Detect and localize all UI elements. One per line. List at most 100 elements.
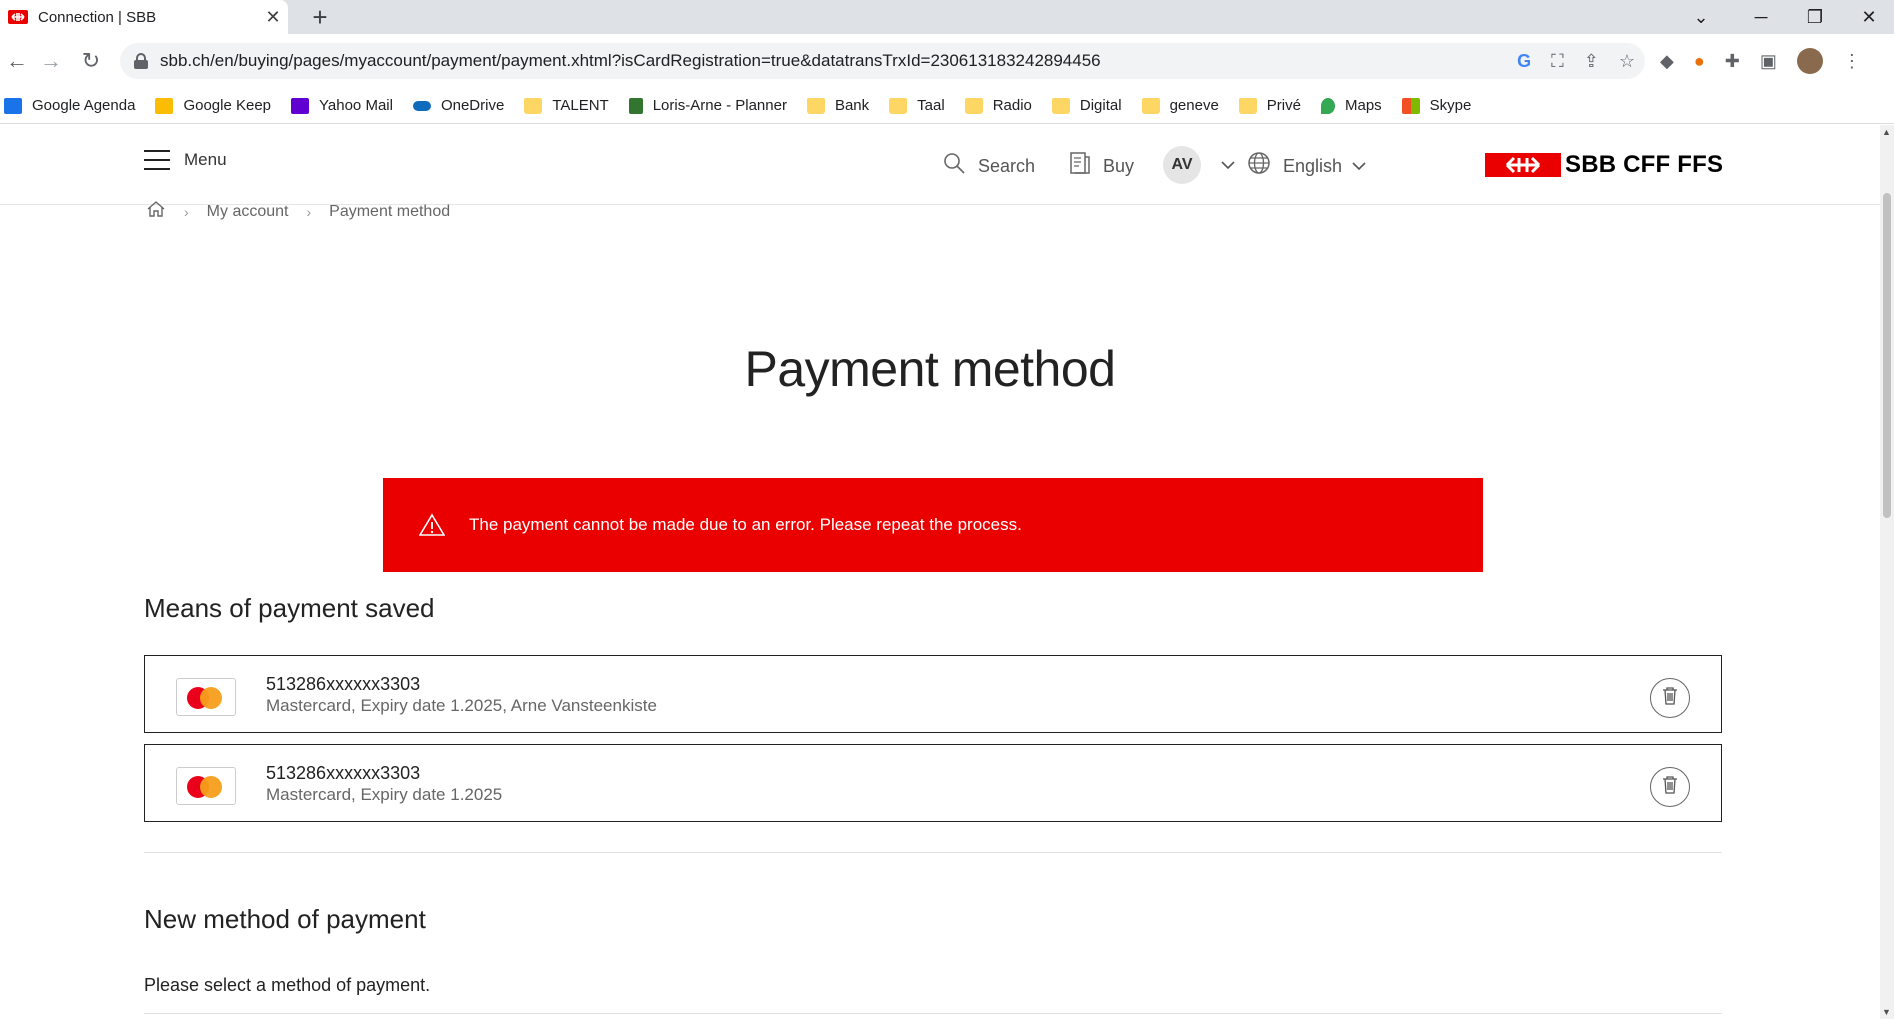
delete-card-button[interactable] <box>1650 767 1690 807</box>
windows-icon <box>1401 97 1420 114</box>
ticket-icon <box>1069 151 1091 181</box>
bookmark-item[interactable]: OneDrive <box>412 97 504 114</box>
browser-tab[interactable]: Connection | SBB ✕ <box>0 0 288 34</box>
puzzle-icon[interactable]: ✚ <box>1725 51 1740 72</box>
more-menu-icon[interactable]: ⋮ <box>1843 51 1861 72</box>
sbb-logo[interactable]: SBB CFF FFS <box>1485 151 1723 179</box>
breadcrumb-current: Payment method <box>329 202 451 220</box>
breadcrumb-my-account[interactable]: My account <box>207 203 289 221</box>
logo-text: SBB CFF FFS <box>1565 151 1724 178</box>
card-number: 513286xxxxxx3303 <box>266 763 421 783</box>
folder-icon <box>1051 97 1070 114</box>
buy-label: Buy <box>1103 155 1135 176</box>
mastercard-icon <box>176 678 236 716</box>
error-message: The payment cannot be made due to an err… <box>469 515 1022 534</box>
web-page: Menu Search Buy AV English SBB CFF FFS ›… <box>0 125 1880 1019</box>
bookmark-item[interactable]: Radio <box>964 97 1032 114</box>
browser-toolbar: ← → ↻ sbb.ch/en/buying/pages/myaccount/p… <box>0 34 1894 88</box>
bookmark-item[interactable]: Yahoo Mail <box>291 97 393 114</box>
bookmarks-bar: Google Agenda Google Keep Yahoo Mail One… <box>0 88 1894 124</box>
saved-card[interactable]: 513286xxxxxx3303 Mastercard, Expiry date… <box>144 655 1722 733</box>
bookmark-item[interactable]: Google Keep <box>155 97 271 114</box>
tab-close-icon[interactable]: ✕ <box>258 7 288 28</box>
map-pin-icon <box>1320 97 1335 114</box>
bookmark-item[interactable]: Maps <box>1320 97 1382 114</box>
scroll-down-icon[interactable]: ▼ <box>1882 1007 1891 1017</box>
side-panel-icon[interactable]: ▣ <box>1760 51 1777 72</box>
page-scrollbar[interactable]: ▲ ▼ <box>1880 125 1894 1019</box>
bookmark-item[interactable]: Skype <box>1401 97 1471 114</box>
card-details: Mastercard, Expiry date 1.2025, Arne Van… <box>266 696 657 715</box>
cloud-icon <box>412 100 431 111</box>
trash-icon <box>1661 775 1679 800</box>
browser-tabstrip: Connection | SBB ✕ + ⌄ ─ ❐ ✕ <box>0 0 1894 34</box>
bookmark-item[interactable]: Bank <box>806 97 869 114</box>
google-icon[interactable]: G <box>1517 51 1531 72</box>
bookmark-item[interactable]: Google Agenda <box>4 97 135 114</box>
user-account-menu[interactable]: AV <box>1163 146 1235 184</box>
home-icon[interactable] <box>146 200 166 223</box>
profile-avatar[interactable] <box>1796 48 1823 74</box>
tab-search-icon[interactable]: ⌄ <box>1676 0 1726 34</box>
menu-button[interactable]: Menu <box>144 150 227 170</box>
translate-icon[interactable]: ⛶ <box>1551 51 1564 72</box>
buy-button[interactable]: Buy <box>1069 151 1134 181</box>
scrollbar-thumb[interactable] <box>1883 193 1891 518</box>
bookmark-item[interactable]: TALENT <box>524 97 609 114</box>
card-number: 513286xxxxxx3303 <box>266 674 421 694</box>
keep-icon <box>155 97 174 114</box>
extension-icon[interactable]: ◆ <box>1660 51 1674 72</box>
folder-icon <box>889 97 908 114</box>
bookmark-item[interactable]: Loris-Arne - Planner <box>628 97 787 114</box>
chevron-down-icon <box>1221 157 1235 173</box>
section-divider <box>144 1013 1722 1014</box>
saved-card[interactable]: 513286xxxxxx3303 Mastercard, Expiry date… <box>144 744 1722 822</box>
back-icon[interactable]: ← <box>0 44 34 78</box>
bookmark-star-icon[interactable]: ☆ <box>1619 51 1635 72</box>
sbb-logo-icon <box>1485 153 1561 177</box>
select-payment-prompt: Please select a method of payment. <box>144 975 431 995</box>
folder-icon <box>1141 97 1160 114</box>
folder-icon <box>1238 97 1257 114</box>
reload-icon[interactable]: ↻ <box>74 44 108 78</box>
bookmark-item[interactable]: Taal <box>889 97 945 114</box>
new-tab-icon[interactable]: + <box>300 2 340 33</box>
mastercard-icon <box>176 767 236 805</box>
breadcrumb: › My account › Payment method <box>146 200 450 223</box>
search-label: Search <box>978 155 1036 176</box>
minimize-icon[interactable]: ─ <box>1736 0 1786 34</box>
folder-icon <box>806 97 825 114</box>
chevron-down-icon <box>1352 158 1366 174</box>
address-bar[interactable]: sbb.ch/en/buying/pages/myaccount/payment… <box>120 43 1645 79</box>
breadcrumb-separator-icon: › <box>306 203 312 220</box>
menu-label: Menu <box>184 150 227 169</box>
folder-icon <box>524 97 543 114</box>
folder-icon <box>964 97 983 114</box>
close-window-icon[interactable]: ✕ <box>1844 0 1894 34</box>
sbb-favicon-icon <box>8 10 28 24</box>
delete-card-button[interactable] <box>1650 678 1690 718</box>
planner-icon <box>628 97 643 114</box>
share-icon[interactable]: ⇪ <box>1584 51 1599 72</box>
restore-icon[interactable]: ❐ <box>1790 0 1840 34</box>
extension-circle-icon[interactable]: ● <box>1694 51 1705 72</box>
bookmark-item[interactable]: Digital <box>1051 97 1122 114</box>
calendar-icon <box>4 97 22 114</box>
user-avatar: AV <box>1163 146 1201 184</box>
site-header: Menu Search Buy AV English SBB CFF FFS <box>0 125 1880 205</box>
search-icon <box>942 151 966 181</box>
hamburger-icon <box>144 150 170 170</box>
scroll-up-icon[interactable]: ▲ <box>1882 127 1891 137</box>
forward-icon[interactable]: → <box>34 44 68 78</box>
mail-icon <box>291 97 310 114</box>
language-selector[interactable]: English <box>1247 151 1366 181</box>
search-button[interactable]: Search <box>942 151 1035 181</box>
breadcrumb-separator-icon: › <box>184 203 189 220</box>
error-notification: The payment cannot be made due to an err… <box>383 478 1483 572</box>
bookmark-item[interactable]: geneve <box>1141 97 1219 114</box>
page-title: Payment method <box>744 341 1116 397</box>
url-text: sbb.ch/en/buying/pages/myaccount/payment… <box>160 51 1101 70</box>
card-details: Mastercard, Expiry date 1.2025 <box>266 785 503 804</box>
bookmark-item[interactable]: Privé <box>1238 97 1301 114</box>
saved-payment-heading: Means of payment saved <box>144 593 435 623</box>
